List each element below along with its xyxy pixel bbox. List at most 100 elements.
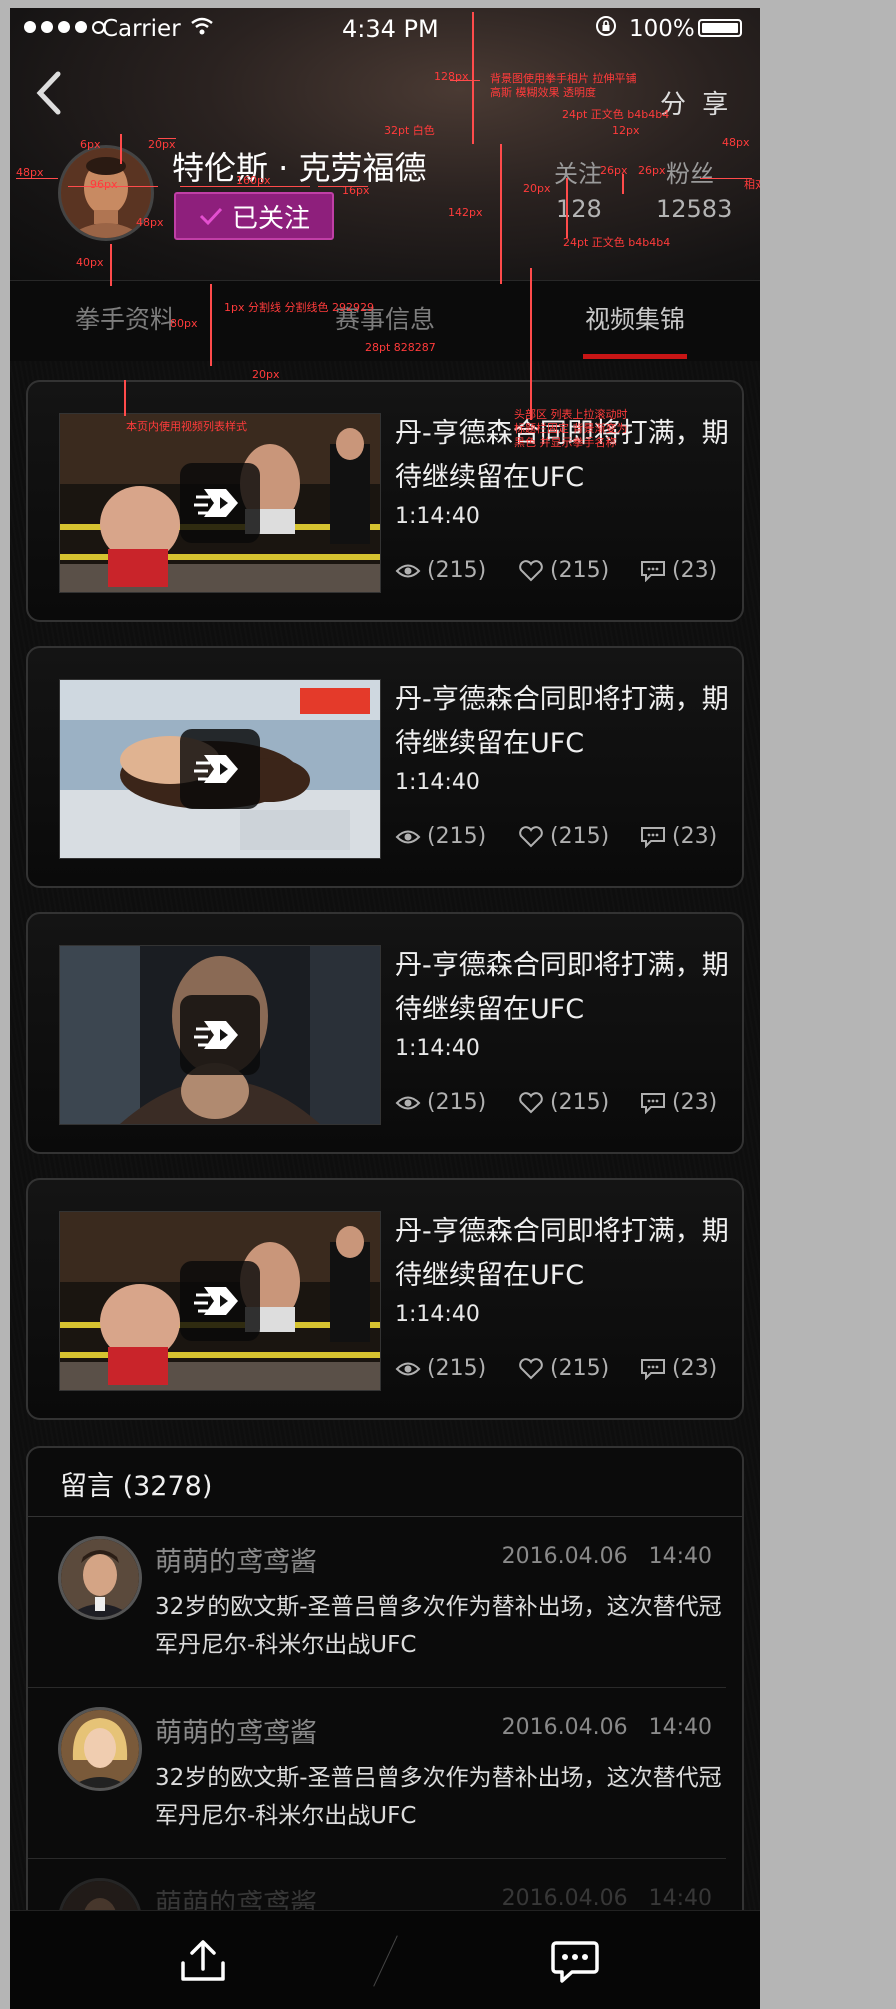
- video-thumbnail[interactable]: [59, 413, 381, 593]
- like-count-value: (215): [550, 1356, 610, 1381]
- video-title[interactable]: 丹-亨德森合同即将打满，期待继续留在UFC: [395, 944, 735, 1032]
- comment-count-value: (23): [672, 824, 718, 849]
- phone-screen: Carrier 4:34 PM 100% 分 享 特伦斯 · 克劳福德 已关注 …: [10, 8, 760, 2009]
- commenter-name[interactable]: 萌萌的鸢鸢酱: [155, 1711, 317, 1750]
- toolbar-divider: [373, 1935, 398, 1987]
- comments-panel: 留言 (3278) 萌萌的鸢鸢酱 2016.04.06 14:40 32岁的欧文…: [26, 1446, 744, 1966]
- video-thumbnail[interactable]: [59, 945, 381, 1125]
- play-button[interactable]: [180, 463, 260, 543]
- comment-count[interactable]: (23): [640, 1356, 717, 1381]
- follow-button[interactable]: 已关注: [174, 192, 334, 240]
- comment-item[interactable]: 萌萌的鸢鸢酱 2016.04.06 14:40 32岁的欧文斯-圣普吕曾多次作为…: [28, 1518, 742, 1688]
- spec-measure-line: [124, 380, 126, 416]
- active-tab-indicator: [583, 354, 687, 359]
- eye-icon: [395, 1096, 421, 1109]
- video-duration: 1:14:40: [395, 770, 480, 795]
- follow-label: 已关注: [231, 203, 310, 234]
- video-card[interactable]: 丹-亨德森合同即将打满，期待继续留在UFC 1:14:40 (215) (215) (2…: [26, 646, 744, 888]
- wifi-icon: [190, 16, 214, 42]
- view-count: (215): [395, 1356, 486, 1381]
- chat-icon: [551, 1941, 599, 1983]
- back-button[interactable]: [34, 70, 74, 120]
- following-label: 关注: [554, 160, 602, 188]
- comment-count-value: (23): [672, 558, 718, 583]
- spec-annotation: 96px: [90, 178, 118, 191]
- spec-measure-line: [158, 138, 176, 139]
- spec-annotation: 12px: [612, 124, 640, 137]
- view-count-value: (215): [427, 824, 487, 849]
- comment-count-icon: [641, 1358, 665, 1380]
- view-count-value: (215): [427, 1356, 487, 1381]
- commenter-avatar[interactable]: [58, 1536, 142, 1620]
- like-button[interactable]: (215): [518, 1090, 609, 1115]
- comment-count-value: (23): [672, 1090, 718, 1115]
- spec-annotation: 32pt 白色: [384, 124, 435, 137]
- video-title[interactable]: 丹-亨德森合同即将打满，期待继续留在UFC: [395, 678, 735, 766]
- comment-count[interactable]: (23): [640, 824, 717, 849]
- comment-count[interactable]: (23): [640, 1090, 717, 1115]
- share-upload-button[interactable]: [178, 1939, 228, 1989]
- eye-icon: [395, 564, 421, 577]
- heart-icon: [519, 825, 543, 847]
- like-button[interactable]: (215): [518, 1356, 609, 1381]
- spec-annotation: 24pt 正文色 b4b4b4: [562, 108, 670, 121]
- play-button[interactable]: [180, 995, 260, 1075]
- share-button[interactable]: 分 享: [660, 84, 732, 121]
- heart-icon: [519, 559, 543, 581]
- like-count-value: (215): [550, 558, 610, 583]
- spec-annotation: 40px: [76, 256, 104, 269]
- spec-annotation: 20px: [523, 182, 551, 195]
- spec-measure-line: [530, 268, 532, 420]
- spec-measure-line: [68, 186, 158, 187]
- view-count-value: (215): [427, 558, 487, 583]
- video-title[interactable]: 丹-亨德森合同即将打满，期待继续留在UFC: [395, 1210, 735, 1298]
- heart-icon: [519, 1091, 543, 1113]
- spec-annotation: 80px: [170, 317, 198, 330]
- comment-time: 14:40: [648, 1715, 712, 1740]
- spec-measure-line: [622, 174, 624, 194]
- spec-annotation: 26px: [638, 164, 666, 177]
- comment-timestamp: 2016.04.06 14:40: [502, 1715, 712, 1740]
- spec-measure-line: [120, 134, 122, 164]
- spec-measure-line: [472, 12, 474, 144]
- comment-count[interactable]: (23): [640, 558, 717, 583]
- play-button[interactable]: [180, 1261, 260, 1341]
- video-card[interactable]: 丹-亨德森合同即将打满，期待继续留在UFC 1:14:40 (215) (215) (2…: [26, 380, 744, 622]
- play-icon: [194, 489, 238, 517]
- like-button[interactable]: (215): [518, 558, 609, 583]
- play-button[interactable]: [180, 729, 260, 809]
- rotation-lock-icon: [594, 14, 618, 44]
- signal-icon: [24, 21, 105, 34]
- spec-measure-line: [700, 178, 752, 179]
- commenter-avatar[interactable]: [58, 1707, 142, 1791]
- video-thumbnail[interactable]: [59, 1211, 381, 1391]
- comment-item[interactable]: 萌萌的鸢鸢酱 2016.04.06 14:40 32岁的欧文斯-圣普吕曾多次作为…: [28, 1689, 742, 1859]
- divider: [28, 1858, 726, 1859]
- like-button[interactable]: (215): [518, 824, 609, 849]
- view-count: (215): [395, 1090, 486, 1115]
- video-duration: 1:14:40: [395, 1302, 480, 1327]
- video-card[interactable]: 丹-亨德森合同即将打满，期待继续留在UFC 1:14:40 (215) (215) (2…: [26, 912, 744, 1154]
- play-icon: [194, 755, 238, 783]
- fans-count[interactable]: 12583: [656, 195, 732, 223]
- battery-percent: 100%: [629, 16, 695, 42]
- comment-count-icon: [641, 560, 665, 582]
- like-count-value: (215): [550, 824, 610, 849]
- spec-measure-line: [450, 80, 480, 81]
- commenter-name[interactable]: 萌萌的鸢鸢酱: [155, 1540, 317, 1579]
- carrier-label: Carrier: [102, 16, 181, 42]
- video-thumbnail[interactable]: [59, 679, 381, 859]
- spec-measure-line: [180, 186, 310, 187]
- tab-video-highlights[interactable]: 视频集锦: [560, 281, 710, 361]
- following-count[interactable]: 128: [556, 195, 602, 223]
- video-card[interactable]: 丹-亨德森合同即将打满，期待继续留在UFC 1:14:40 (215) (215) (2…: [26, 1178, 744, 1420]
- spec-annotation: 48px: [136, 216, 164, 229]
- tab-label: 视频集锦: [584, 305, 685, 334]
- spec-annotation: 28pt 828287: [365, 341, 436, 354]
- comment-timestamp: 2016.04.06 14:40: [502, 1886, 712, 1911]
- comment-button[interactable]: [550, 1939, 600, 1989]
- video-duration: 1:14:40: [395, 504, 480, 529]
- tab-label: 拳手资料: [74, 305, 175, 334]
- comment-date: 2016.04.06: [501, 1544, 628, 1569]
- fighter-name: 特伦斯 · 克劳福德: [172, 149, 427, 187]
